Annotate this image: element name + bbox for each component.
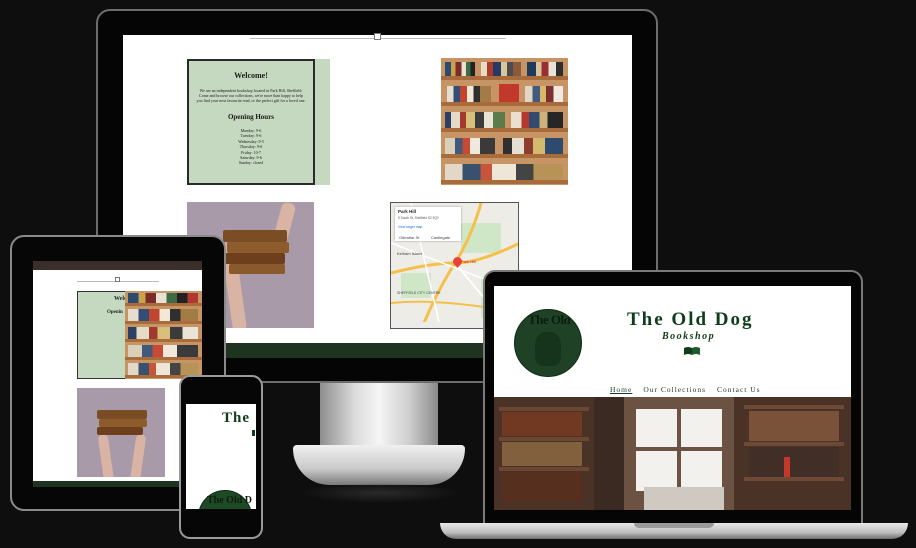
main-nav: Home Our Collections Contact Us bbox=[610, 385, 761, 394]
open-book-icon bbox=[684, 347, 700, 355]
books-in-hands-image bbox=[77, 388, 165, 477]
map-place-name: Park Hill bbox=[398, 209, 417, 214]
nav-contact-us[interactable]: Contact Us bbox=[717, 385, 761, 394]
map-label: Park Hill bbox=[461, 259, 476, 264]
laptop-notch bbox=[634, 523, 714, 528]
phone-subtitle-fragment bbox=[252, 430, 255, 436]
welcome-panel-shadow bbox=[315, 59, 330, 185]
site-logo[interactable]: The Old Dog bbox=[514, 309, 582, 377]
phone-logo-clip: The Old D bbox=[186, 486, 256, 509]
site-title: The Old Dog bbox=[627, 309, 754, 330]
opening-hours-title: Opening Hours bbox=[227, 113, 275, 121]
monitor-stand-base bbox=[293, 445, 465, 485]
tablet-footer bbox=[33, 481, 202, 487]
phone-site-title: The bbox=[222, 410, 251, 426]
map-larger-link[interactable]: View larger map bbox=[398, 225, 458, 229]
hero-image bbox=[494, 397, 851, 510]
logo-text: The Old Dog bbox=[528, 312, 582, 327]
tablet-hero-strip bbox=[33, 261, 202, 270]
bookshelf-image bbox=[125, 291, 202, 379]
book-icon bbox=[115, 277, 120, 282]
reading-nook-scene bbox=[494, 397, 851, 510]
map-label: Castlegate bbox=[431, 235, 451, 240]
site-subtitle: Bookshop bbox=[662, 331, 716, 342]
nav-our-collections[interactable]: Our Collections bbox=[643, 385, 706, 394]
nav-home[interactable]: Home bbox=[610, 385, 632, 394]
phone-logo-text: The Old D bbox=[207, 495, 253, 506]
hours-line: Sunday: closed bbox=[238, 160, 264, 166]
phone-logo: The Old D bbox=[198, 490, 252, 509]
welcome-title: Welcome! bbox=[234, 71, 268, 80]
welcome-panel: Welcome! We are an independent bookshop … bbox=[187, 59, 315, 185]
monitor-stand-shadow bbox=[300, 483, 460, 503]
welcome-text: We are an independent bookshop located i… bbox=[196, 88, 306, 103]
monitor-stand bbox=[320, 383, 438, 453]
map-label: SHEFFIELD CITY CENTRE bbox=[397, 291, 441, 295]
map-label: Kelham Island bbox=[397, 251, 423, 256]
map-label: Gibraltar St bbox=[399, 235, 420, 240]
map-address: 9 South St, Sheffield S2 5QY bbox=[398, 216, 440, 220]
dog-icon bbox=[535, 332, 561, 366]
book-icon bbox=[374, 33, 381, 40]
bookshelf-image bbox=[441, 58, 568, 185]
